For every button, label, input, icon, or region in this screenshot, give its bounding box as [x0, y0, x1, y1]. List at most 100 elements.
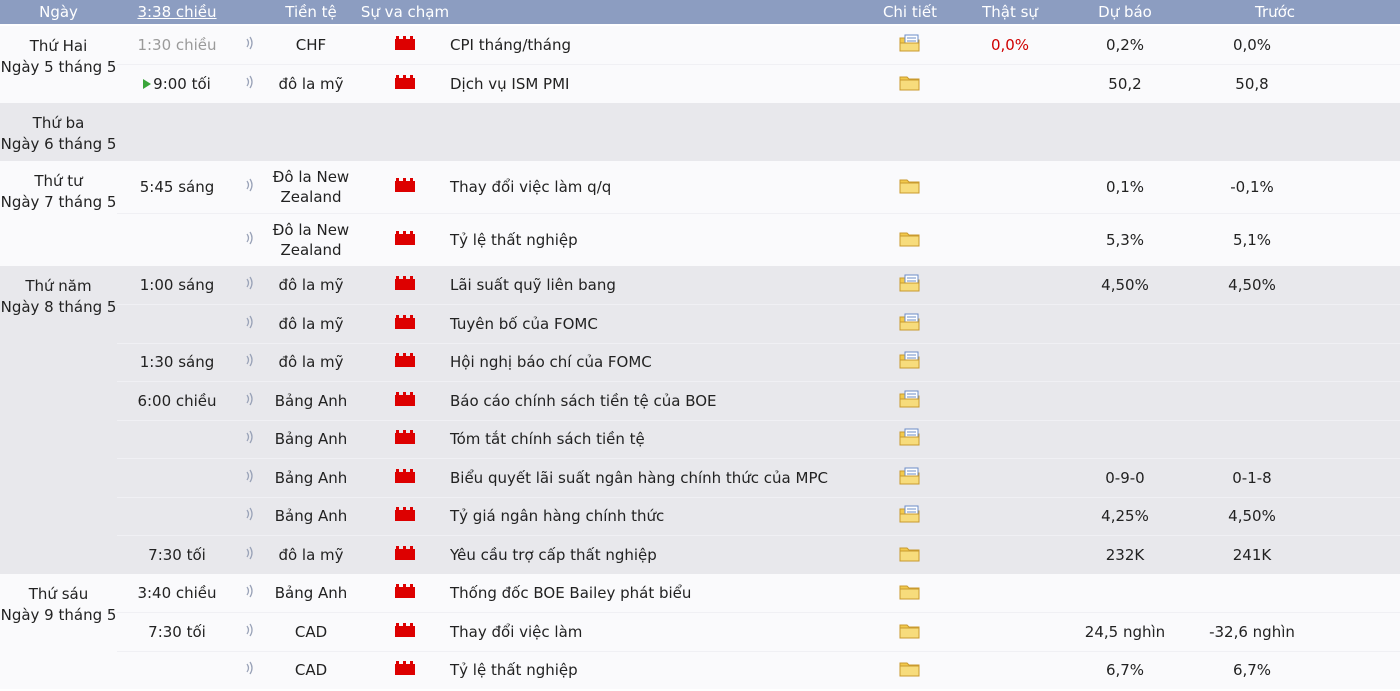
previous-value: 0-1-8 — [1232, 468, 1272, 487]
folder-icon[interactable] — [899, 621, 921, 639]
header-detail[interactable]: Chi tiết — [860, 0, 960, 26]
speaker-wave-icon[interactable] — [244, 75, 256, 89]
currency-cell: đô la mỹ — [262, 303, 360, 343]
speaker-wave-icon[interactable] — [244, 231, 256, 245]
event-name[interactable]: Yêu cầu trợ cấp thất nghiệp — [450, 546, 657, 564]
speaker-wave-icon[interactable] — [244, 623, 256, 637]
header-forecast[interactable]: Dự báo — [1060, 0, 1190, 26]
previous-value: 0,0% — [1232, 35, 1272, 54]
sound-cell — [237, 650, 262, 689]
impact-cell — [360, 63, 450, 103]
weekday-label: Thứ sáu — [28, 585, 89, 603]
high-impact-icon — [395, 314, 415, 329]
speaker-wave-icon[interactable] — [244, 392, 256, 406]
previous-value: -0,1% — [1230, 177, 1274, 196]
time-cell: 1:30 chiều — [117, 25, 237, 64]
previous-cell — [1190, 342, 1400, 381]
folder-icon[interactable] — [899, 582, 921, 600]
detail-cell — [860, 419, 960, 458]
event-name[interactable]: Thay đổi việc làm — [450, 623, 582, 641]
header-date[interactable]: Ngày — [0, 0, 117, 26]
header-actual[interactable]: Thật sự — [960, 0, 1060, 26]
speaker-wave-icon[interactable] — [244, 584, 256, 598]
currency-cell: Bảng Anh — [262, 496, 360, 535]
speaker-wave-icon[interactable] — [244, 507, 256, 521]
folder-document-icon[interactable] — [899, 428, 921, 446]
currency-label-line: Đô la New — [272, 167, 350, 186]
event-name[interactable]: Thay đổi việc làm q/q — [450, 178, 611, 196]
date-label: Ngày 7 tháng 5 — [0, 193, 117, 211]
folder-icon[interactable] — [899, 73, 921, 91]
currency-label: CHF — [295, 35, 327, 54]
folder-document-icon[interactable] — [899, 351, 921, 369]
header-time[interactable]: 3:38 chiều — [117, 0, 237, 26]
folder-document-icon[interactable] — [899, 467, 921, 485]
impact-cell — [360, 419, 450, 458]
event-name[interactable]: Báo cáo chính sách tiền tệ của BOE — [450, 392, 717, 410]
speaker-wave-icon[interactable] — [244, 276, 256, 290]
folder-document-icon[interactable] — [899, 313, 921, 331]
event-row: 9:00 tối đô la mỹ Dịch vụ ISM PMI 50,2 50,8 — [0, 63, 1400, 103]
impact-cell — [360, 303, 450, 343]
time-cell — [117, 496, 237, 535]
sound-cell — [237, 574, 262, 612]
detail-cell — [860, 650, 960, 689]
speaker-wave-icon[interactable] — [244, 546, 256, 560]
speaker-wave-icon[interactable] — [244, 315, 256, 329]
time-cell: 6:00 chiều — [117, 380, 237, 420]
folder-icon[interactable] — [899, 229, 921, 247]
impact-cell — [360, 534, 450, 574]
event-name[interactable]: Tỷ lệ thất nghiệp — [450, 661, 578, 679]
event-cell: Tỷ lệ thất nghiệp — [450, 650, 860, 689]
currency-label-line: Zealand — [280, 187, 342, 206]
economic-calendar: Ngày 3:38 chiều Tiền tệ Sự va chạm Chi t… — [0, 0, 1400, 689]
header-previous[interactable]: Trước — [1190, 0, 1400, 26]
time-label: 5:45 sáng — [139, 177, 215, 196]
previous-cell: 0-1-8 — [1190, 457, 1400, 497]
currency-label: CAD — [294, 661, 328, 680]
event-name[interactable]: Hội nghị báo chí của FOMC — [450, 353, 652, 371]
event-name[interactable]: Tuyên bố của FOMC — [450, 315, 598, 333]
folder-icon[interactable] — [899, 544, 921, 562]
event-name[interactable]: Thống đốc BOE Bailey phát biểu — [450, 584, 691, 602]
empty-day-row: Thứ ba Ngày 6 tháng 5 — [0, 103, 1400, 161]
time-cell: 3:40 chiều — [117, 574, 237, 612]
forecast-cell — [1060, 574, 1190, 612]
event-name[interactable]: Tóm tắt chính sách tiền tệ — [450, 430, 645, 448]
speaker-wave-icon[interactable] — [244, 661, 256, 675]
speaker-wave-icon[interactable] — [244, 430, 256, 444]
folder-document-icon[interactable] — [899, 390, 921, 408]
event-name[interactable]: Lãi suất quỹ liên bang — [450, 276, 616, 294]
actual-cell — [960, 63, 1060, 103]
speaker-wave-icon[interactable] — [244, 178, 256, 192]
event-name[interactable]: Dịch vụ ISM PMI — [450, 75, 569, 93]
event-name[interactable]: Tỷ lệ thất nghiệp — [450, 231, 578, 249]
forecast-cell: 0-9-0 — [1060, 457, 1190, 497]
event-name[interactable]: CPI tháng/tháng — [450, 36, 571, 54]
high-impact-icon — [395, 430, 415, 444]
event-name[interactable]: Tỷ giá ngân hàng chính thức — [450, 507, 664, 525]
previous-cell: 6,7% — [1190, 650, 1400, 689]
currency-label: đô la mỹ — [278, 314, 344, 333]
folder-icon[interactable] — [899, 176, 921, 194]
folder-document-icon[interactable] — [899, 34, 921, 52]
speaker-wave-icon[interactable] — [244, 353, 256, 367]
header-sound — [237, 0, 262, 26]
currency-cell: Đô la New Zealand — [262, 161, 360, 213]
speaker-wave-icon[interactable] — [244, 36, 256, 50]
previous-cell: 241K — [1190, 534, 1400, 574]
folder-document-icon[interactable] — [899, 505, 921, 523]
header-currency[interactable]: Tiền tệ — [262, 0, 360, 26]
high-impact-icon — [395, 507, 415, 521]
event-name[interactable]: Biểu quyết lãi suất ngân hàng chính thức… — [450, 469, 828, 487]
speaker-wave-icon[interactable] — [244, 469, 256, 483]
forecast-value: 4,25% — [1101, 507, 1149, 525]
forecast-value: 6,7% — [1105, 661, 1145, 680]
folder-icon[interactable] — [899, 659, 921, 677]
event-cell: Dịch vụ ISM PMI — [450, 63, 860, 103]
sound-cell — [237, 534, 262, 574]
header-impact[interactable]: Sự va chạm — [360, 0, 450, 26]
high-impact-icon — [395, 622, 415, 637]
event-cell: Tỷ giá ngân hàng chính thức — [450, 496, 860, 535]
folder-document-icon[interactable] — [899, 274, 921, 292]
